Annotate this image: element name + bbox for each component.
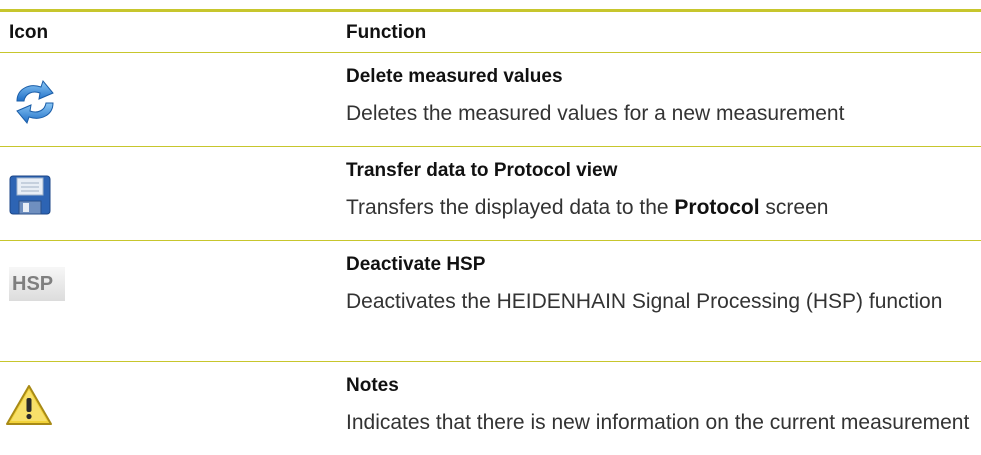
floppy-disk-icon [9, 175, 51, 220]
row-description: Indicates that there is new information … [346, 411, 970, 434]
warning-icon [5, 384, 53, 431]
header-function: Function [346, 22, 427, 43]
header-icon: Icon [9, 22, 49, 43]
row-description: Transfers the displayed data to the Prot… [346, 196, 829, 219]
protocol-bold-text: Protocol [674, 196, 760, 219]
row-title: Notes [346, 375, 399, 396]
table-row: Notes Indicates that there is new inform… [0, 362, 981, 455]
refresh-icon [9, 79, 61, 130]
table-top-rule [0, 9, 981, 12]
row-title: Deactivate HSP [346, 254, 486, 275]
table-row: Transfer data to Protocol view Transfers… [0, 147, 981, 240]
row-description: Deletes the measured values for a new me… [346, 102, 845, 125]
hsp-icon-text: HSP [12, 273, 54, 295]
row-title: Delete measured values [346, 66, 563, 87]
row-description: Deactivates the HEIDENHAIN Signal Proces… [346, 290, 943, 313]
table-row: Delete measured values Deletes the measu… [0, 53, 981, 146]
row-title: Transfer data to Protocol view [346, 160, 618, 181]
hsp-icon: HSP [9, 267, 65, 306]
table-row: HSP Deactivate HSP Deactivates the HEIDE… [0, 241, 981, 361]
function-table: Icon Function Delete measured values Del… [0, 0, 981, 455]
